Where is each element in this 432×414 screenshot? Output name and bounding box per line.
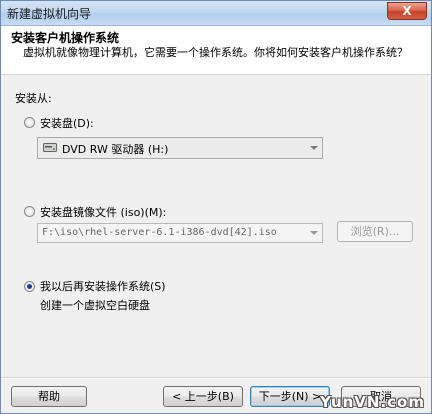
watermark: YunVN.com: [320, 393, 425, 411]
disc-drive-select[interactable]: DVD RW 驱动器 (H:): [37, 137, 323, 159]
footer-divider: [1, 377, 431, 379]
page-description: 虚拟机就像物理计算机，它需要一个操作系统。你将如何安装客户机操作系统？: [23, 46, 408, 59]
help-button[interactable]: 帮助: [11, 386, 87, 407]
browse-button[interactable]: 浏览(R)...: [337, 221, 413, 242]
chevron-down-icon: [306, 138, 322, 158]
chevron-down-icon: [306, 224, 322, 242]
dvd-drive-icon: [43, 143, 57, 152]
next-button[interactable]: 下一步(N) >: [250, 386, 330, 407]
iso-image-label[interactable]: 安装盘镜像文件 (iso)(M):: [40, 204, 166, 220]
close-icon: X: [402, 4, 412, 18]
new-vm-wizard-window: 新建虚拟机向导 X 安装客户机操作系统 虚拟机就像物理计算机，它需要一个操作系统…: [0, 0, 432, 414]
iso-path-value: F:\iso\rhel-server-6.1-i386-dvd[42].iso: [42, 227, 277, 238]
back-button[interactable]: < 上一步(B): [163, 386, 243, 407]
install-disc-label[interactable]: 安装盘(D):: [40, 115, 94, 131]
install-later-radio[interactable]: [24, 281, 35, 292]
install-later-label[interactable]: 我以后再安装操作系统(S): [40, 278, 166, 294]
install-disc-radio[interactable]: [24, 117, 35, 128]
window-title: 新建虚拟机向导: [7, 7, 92, 21]
page-title: 安装客户机操作系统: [11, 31, 120, 45]
close-button[interactable]: X: [387, 2, 427, 20]
disc-drive-value: DVD RW 驱动器 (H:): [62, 143, 169, 156]
install-from-label: 安装从:: [15, 92, 52, 105]
title-bar: 新建虚拟机向导 X: [1, 1, 431, 26]
iso-image-radio[interactable]: [24, 206, 35, 217]
iso-path-input[interactable]: F:\iso\rhel-server-6.1-i386-dvd[42].iso: [37, 223, 323, 243]
wizard-header: 安装客户机操作系统 虚拟机就像物理计算机，它需要一个操作系统。你将如何安装客户机…: [1, 26, 431, 75]
install-later-description: 创建一个虚拟空白硬盘: [40, 299, 150, 312]
